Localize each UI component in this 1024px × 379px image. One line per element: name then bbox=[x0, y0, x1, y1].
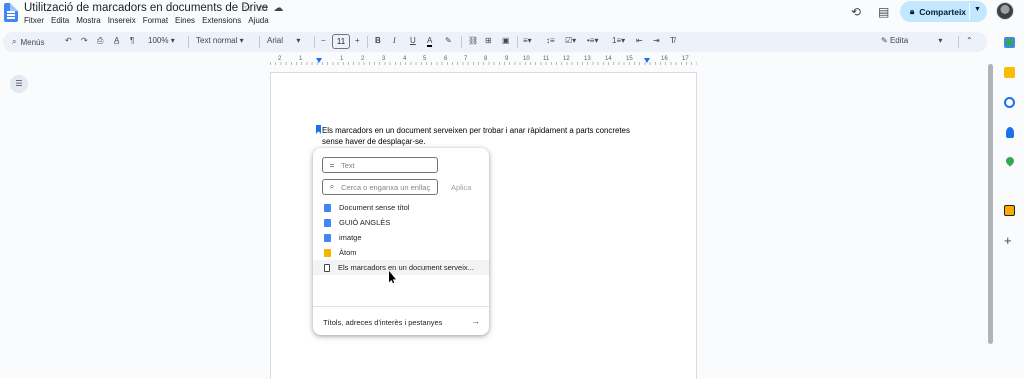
menu-mostra[interactable]: Mostra bbox=[76, 16, 100, 25]
numbered-list-icon[interactable]: 1≡▾ bbox=[612, 36, 625, 45]
search-icon: ⌕ bbox=[12, 37, 17, 46]
redo-icon[interactable]: ↷ bbox=[81, 36, 88, 45]
bookmark-icon bbox=[324, 263, 330, 272]
comments-icon[interactable]: ▤ bbox=[878, 5, 889, 19]
share-button[interactable]: 🔒︎ Comparteix ▼ bbox=[900, 1, 987, 22]
addon-icon[interactable] bbox=[1004, 205, 1015, 216]
menu-fitxer[interactable]: Fitxer bbox=[24, 16, 44, 25]
paint-format-icon[interactable]: ¶ bbox=[130, 36, 134, 45]
decrease-indent-icon[interactable]: ⇤ bbox=[636, 36, 643, 45]
italic-button[interactable]: I bbox=[393, 36, 396, 45]
print-icon[interactable]: ⎙ bbox=[97, 36, 103, 46]
cloud-status-icon[interactable]: ☁ bbox=[273, 3, 283, 14]
calendar-icon[interactable] bbox=[1004, 37, 1015, 48]
slides-icon bbox=[324, 248, 331, 257]
doc-icon bbox=[324, 233, 331, 242]
underline-button[interactable]: U bbox=[410, 36, 416, 45]
menu-edita[interactable]: Edita bbox=[51, 16, 69, 25]
increase-indent-icon[interactable]: ⇥ bbox=[653, 36, 660, 45]
comment-add-icon[interactable]: ⊞ bbox=[485, 36, 492, 45]
collapse-toolbar-icon[interactable]: ⌃ bbox=[966, 36, 973, 45]
highlight-icon[interactable]: ✎ bbox=[445, 36, 452, 45]
line-spacing-icon[interactable]: ↕≡ bbox=[546, 36, 555, 45]
checklist-icon[interactable]: ☑▾ bbox=[565, 36, 576, 45]
menu-eines[interactable]: Eines bbox=[175, 16, 195, 25]
bookmark-icon[interactable] bbox=[316, 125, 321, 134]
menus-search-button[interactable]: ⌕ Menús bbox=[6, 34, 58, 50]
list-item[interactable]: imatge bbox=[313, 230, 489, 245]
apply-button[interactable]: Aplica bbox=[451, 183, 471, 192]
right-indent-marker[interactable] bbox=[644, 58, 650, 63]
spellcheck-icon[interactable]: A̲ bbox=[114, 36, 119, 45]
list-item[interactable]: Document sense títol bbox=[313, 200, 489, 215]
font-size-input[interactable]: 11 bbox=[332, 34, 350, 49]
list-item[interactable]: GUIÓ ANGLÈS bbox=[313, 215, 489, 230]
star-icon[interactable]: ☆ bbox=[243, 3, 252, 14]
share-label: Comparteix bbox=[919, 6, 967, 17]
menu-bar: Fitxer Edita Mostra Insereix Format Eine… bbox=[24, 16, 269, 25]
bold-button[interactable]: B bbox=[375, 36, 381, 45]
headings-bookmarks-tabs-link[interactable]: Títols, adreces d'interès i pestanyes bbox=[323, 318, 442, 327]
contacts-icon[interactable] bbox=[1006, 127, 1014, 138]
doc-icon bbox=[324, 218, 331, 227]
document-outline-icon[interactable]: ☰ bbox=[10, 75, 28, 93]
menu-ajuda[interactable]: Ajuda bbox=[248, 16, 268, 25]
list-item-bookmark[interactable]: Els marcadors en un document serveix... bbox=[313, 260, 489, 275]
add-addon-icon[interactable]: + bbox=[1004, 233, 1012, 248]
image-icon[interactable]: ▣ bbox=[502, 36, 510, 45]
folder-move-icon[interactable]: ▭ bbox=[258, 3, 267, 14]
zoom-select[interactable]: 100% ▾ bbox=[148, 36, 175, 45]
search-icon: ⌕ bbox=[329, 182, 335, 191]
text-color-button[interactable]: A bbox=[427, 36, 433, 47]
ruler[interactable]: 2 1 1 2 3 4 5 6 7 8 9 10 11 12 13 14 15 … bbox=[270, 56, 697, 66]
bulleted-list-icon[interactable]: •≡▾ bbox=[587, 36, 598, 45]
arrow-right-icon[interactable]: → bbox=[471, 316, 480, 326]
undo-icon[interactable]: ↶ bbox=[65, 36, 72, 45]
font-select[interactable]: Arial ▾ bbox=[267, 36, 300, 45]
text-lines-icon: = bbox=[329, 160, 335, 170]
lock-icon: 🔒︎ bbox=[910, 6, 915, 16]
insert-link-popup: = Text ⌕ Cerca o enganxa un enllaç Aplic… bbox=[313, 148, 489, 335]
document-title[interactable]: Utilització de marcadors en documents de… bbox=[24, 2, 268, 14]
scrollbar[interactable] bbox=[988, 64, 993, 344]
keep-icon[interactable] bbox=[1004, 67, 1015, 78]
decrease-font-icon[interactable]: − bbox=[321, 36, 326, 45]
doc-icon bbox=[324, 203, 331, 212]
tasks-icon[interactable] bbox=[1004, 97, 1015, 108]
link-text-field[interactable]: = Text bbox=[322, 157, 438, 173]
align-icon[interactable]: ≡▾ bbox=[523, 36, 532, 45]
increase-font-icon[interactable]: + bbox=[355, 36, 360, 45]
title-icons: ☆ ▭ ☁ bbox=[243, 3, 283, 14]
docs-logo-icon[interactable] bbox=[4, 3, 18, 22]
document-paragraph[interactable]: Els marcadors en un document serveixen p… bbox=[322, 126, 642, 147]
share-dropdown-icon[interactable]: ▼ bbox=[974, 6, 981, 13]
style-select[interactable]: Text normal ▾ bbox=[196, 36, 244, 45]
side-panel: + bbox=[996, 30, 1024, 379]
header: Utilització de marcadors en documents de… bbox=[0, 0, 990, 30]
list-item[interactable]: Àtom bbox=[313, 245, 489, 260]
menu-format[interactable]: Format bbox=[143, 16, 168, 25]
maps-icon[interactable] bbox=[1004, 155, 1016, 167]
toolbar: ⌕ Menús ↶ ↷ ⎙ A̲ ¶ 100% ▾ Text normal ▾ … bbox=[3, 32, 987, 52]
editing-mode-select[interactable]: ✎ Edita ▾ bbox=[881, 36, 942, 45]
pencil-icon: ✎ bbox=[881, 36, 888, 45]
menu-extensions[interactable]: Extensions bbox=[202, 16, 241, 25]
menu-insereix[interactable]: Insereix bbox=[108, 16, 136, 25]
history-icon[interactable]: ⟲ bbox=[851, 5, 861, 19]
link-search-field[interactable]: ⌕ Cerca o enganxa un enllaç bbox=[322, 179, 438, 195]
clear-formatting-icon[interactable]: T̸ bbox=[670, 36, 675, 45]
avatar[interactable] bbox=[996, 2, 1014, 20]
link-icon[interactable]: ⛓ bbox=[468, 36, 478, 45]
indent-marker[interactable] bbox=[316, 58, 322, 63]
